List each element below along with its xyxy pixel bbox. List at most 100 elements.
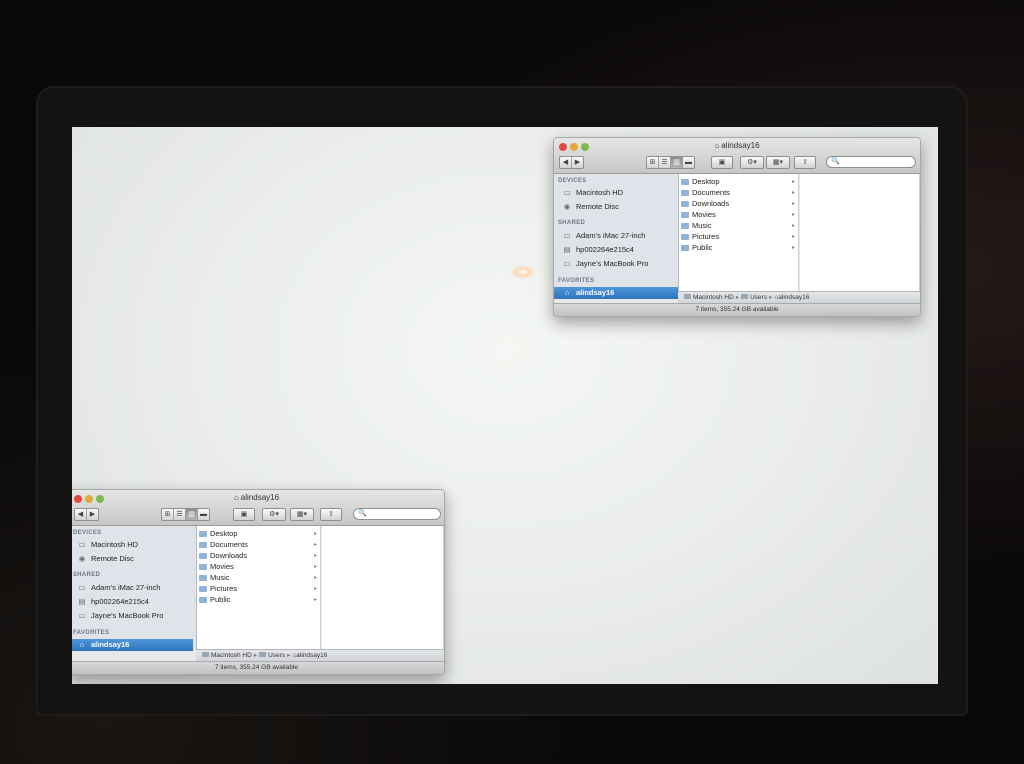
sidebar-item-label: Remote Disc: [576, 202, 619, 211]
folder-row-documents[interactable]: Documents ▸: [679, 188, 798, 198]
printer-icon: ▤: [563, 245, 571, 254]
share-button[interactable]: ⇧: [320, 508, 342, 521]
path-separator-icon: ▸: [769, 294, 773, 301]
light-reflection: [510, 265, 536, 279]
cover-flow-button[interactable]: ▬: [198, 509, 209, 520]
view-mode-control: ⊞ ☰ ▥ ▬: [161, 508, 210, 521]
sidebar-item-label: Macintosh HD: [91, 540, 139, 549]
sidebar-item-macintosh-hd[interactable]: ▭ Macintosh HD: [72, 539, 193, 551]
sidebar-header-devices: DEVICES: [73, 530, 102, 536]
path-item-home[interactable]: alindsay16: [778, 294, 809, 301]
disclosure-arrow-icon: ▸: [313, 542, 317, 548]
folder-column: Desktop ▸ Documents ▸ Downloads ▸ Movies ▸ M…: [197, 526, 321, 650]
sidebar-item-label: hp002264e215c4: [91, 597, 149, 606]
disclosure-arrow-icon: ▸: [313, 531, 317, 537]
folder-row-pictures[interactable]: Pictures ▸: [679, 232, 798, 242]
folder-row-music[interactable]: Music ▸: [197, 573, 320, 583]
folder-row-desktop[interactable]: Desktop ▸: [679, 177, 798, 187]
path-item-home[interactable]: alindsay16: [296, 652, 327, 659]
path-item-users[interactable]: Users: [268, 652, 285, 659]
laptop-icon: ▭: [563, 259, 571, 268]
folder-row-public[interactable]: Public ▸: [679, 243, 798, 253]
sidebar-item-adams-imac[interactable]: ▭ Adam’s iMac 27-inch: [554, 230, 678, 242]
disclosure-arrow-icon: ▸: [313, 586, 317, 592]
folder-row-documents[interactable]: Documents ▸: [197, 540, 320, 550]
list-view-button[interactable]: ☰: [659, 157, 671, 168]
sidebar-header-devices: DEVICES: [558, 178, 587, 184]
back-forward-control: ◀ ▶: [74, 508, 99, 521]
share-button[interactable]: ⇧: [794, 156, 816, 169]
folder-row-downloads[interactable]: Downloads ▸: [679, 199, 798, 209]
hard-drive-icon: [684, 294, 691, 299]
sidebar-item-home[interactable]: ⌂ alindsay16: [554, 287, 678, 299]
disclosure-arrow-icon: ▸: [313, 564, 317, 570]
disclosure-arrow-icon: ▸: [791, 201, 795, 207]
sidebar-item-remote-disc[interactable]: ◉ Remote Disc: [72, 553, 193, 565]
folder-icon: [199, 542, 207, 548]
folder-icon: [199, 597, 207, 603]
sidebar-item-macintosh-hd[interactable]: ▭ Macintosh HD: [554, 187, 678, 199]
folder-name: Downloads: [210, 551, 248, 560]
action-menu-button[interactable]: ⚙▾: [740, 156, 764, 169]
search-field[interactable]: 🔍: [826, 156, 916, 168]
disclosure-arrow-icon: ▸: [313, 597, 317, 603]
folder-icon: [199, 564, 207, 570]
cover-flow-button[interactable]: ▬: [683, 157, 694, 168]
disclosure-arrow-icon: ▸: [791, 223, 795, 229]
finder-window-bottom[interactable]: ⌂ alindsay16 ◀ ▶ ⊞ ☰ ▥ ▬ ▣ ⚙▾ ▦▾ ⇧ 🔍 DEVI…: [72, 489, 445, 675]
disclosure-arrow-icon: ▸: [313, 553, 317, 559]
folder-name: Music: [692, 221, 712, 230]
sidebar-item-label: hp002264e215c4: [576, 245, 634, 254]
finder-sidebar: DEVICES ▭ Macintosh HD ◉ Remote Disc SHARE…: [72, 526, 197, 651]
folder-name: Desktop: [210, 529, 238, 538]
column-view-button[interactable]: ▥: [671, 157, 683, 168]
folder-icon: [681, 234, 689, 240]
sidebar-item-jaynes-macbook[interactable]: ▭ Jayne’s MacBook Pro: [554, 258, 678, 270]
window-toolbar: ⌂ alindsay16 ◀ ▶ ⊞ ☰ ▥ ▬ ▣ ⚙▾ ▦▾ ⇧ 🔍: [72, 490, 444, 526]
sidebar-item-printer[interactable]: ▤ hp002264e215c4: [554, 244, 678, 256]
window-title-text: alindsay16: [240, 493, 280, 502]
folder-row-pictures[interactable]: Pictures ▸: [197, 584, 320, 594]
folder-name: Desktop: [692, 177, 720, 186]
list-view-button[interactable]: ☰: [174, 509, 186, 520]
back-button[interactable]: ◀: [560, 157, 572, 168]
disclosure-arrow-icon: ▸: [791, 234, 795, 240]
sidebar-item-printer[interactable]: ▤ hp002264e215c4: [72, 596, 193, 608]
sidebar-item-label: Adam’s iMac 27-inch: [91, 583, 161, 592]
folder-row-public[interactable]: Public ▸: [197, 595, 320, 605]
search-field[interactable]: 🔍: [353, 508, 441, 520]
sidebar-item-label: Macintosh HD: [576, 188, 624, 197]
sidebar-item-jaynes-macbook[interactable]: ▭ Jayne’s MacBook Pro: [72, 610, 193, 622]
sidebar-header-shared: SHARED: [558, 220, 586, 226]
folder-row-desktop[interactable]: Desktop ▸: [197, 529, 320, 539]
sidebar-item-label: alindsay16: [91, 640, 130, 649]
finder-window-top[interactable]: ⌂ alindsay16 ◀ ▶ ⊞ ☰ ▥ ▬ ▣ ⚙▾ ▦▾ ⇧ 🔍 DEVI…: [553, 137, 921, 317]
path-button[interactable]: ▣: [233, 508, 255, 521]
icon-view-button[interactable]: ⊞: [647, 157, 659, 168]
path-button[interactable]: ▣: [711, 156, 733, 169]
folder-row-movies[interactable]: Movies ▸: [679, 210, 798, 220]
back-button[interactable]: ◀: [75, 509, 87, 520]
folder-row-movies[interactable]: Movies ▸: [197, 562, 320, 572]
sidebar-item-home[interactable]: ⌂ alindsay16: [72, 639, 193, 651]
sidebar-item-remote-disc[interactable]: ◉ Remote Disc: [554, 201, 678, 213]
path-separator-icon: ▸: [287, 652, 291, 659]
disclosure-arrow-icon: ▸: [791, 212, 795, 218]
disclosure-arrow-icon: ▸: [791, 179, 795, 185]
folder-icon: [681, 179, 689, 185]
folder-row-downloads[interactable]: Downloads ▸: [197, 551, 320, 561]
folder-icon: [681, 212, 689, 218]
arrange-menu-button[interactable]: ▦▾: [766, 156, 790, 169]
disclosure-arrow-icon: ▸: [791, 190, 795, 196]
sidebar-item-adams-imac[interactable]: ▭ Adam’s iMac 27-inch: [72, 582, 193, 594]
action-menu-button[interactable]: ⚙▾: [262, 508, 286, 521]
column-view-button[interactable]: ▥: [186, 509, 198, 520]
forward-button[interactable]: ▶: [572, 157, 583, 168]
path-item-users[interactable]: Users: [750, 294, 767, 301]
icon-view-button[interactable]: ⊞: [162, 509, 174, 520]
forward-button[interactable]: ▶: [87, 509, 98, 520]
arrange-menu-button[interactable]: ▦▾: [290, 508, 314, 521]
path-item-macintosh-hd[interactable]: Macintosh HD: [693, 294, 734, 301]
path-item-macintosh-hd[interactable]: Macintosh HD: [211, 652, 252, 659]
folder-row-music[interactable]: Music ▸: [679, 221, 798, 231]
